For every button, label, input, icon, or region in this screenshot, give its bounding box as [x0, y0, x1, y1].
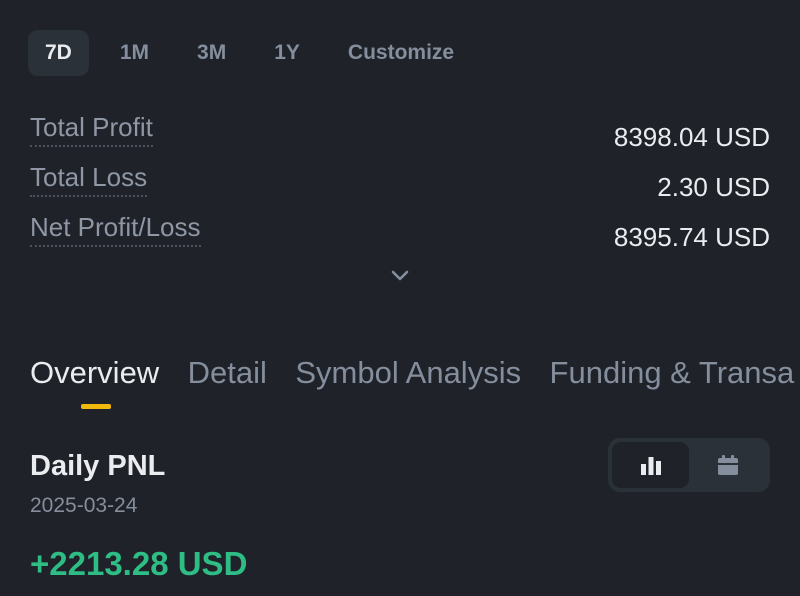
net-pnl-label[interactable]: Net Profit/Loss — [30, 212, 201, 247]
net-pnl-value: 8395.74 USD — [613, 222, 770, 252]
active-tab-indicator — [81, 404, 111, 409]
stat-row-net-pnl: Net Profit/Loss 8395.74 USD — [30, 212, 770, 262]
daily-pnl-value: +2213.28 USD — [30, 545, 248, 582]
tab-funding-transactions[interactable]: Funding & Transa — [550, 355, 795, 391]
period-tab-1m[interactable]: 1M — [103, 30, 166, 76]
calendar-icon — [717, 455, 738, 475]
calendar-view-button[interactable] — [689, 442, 766, 488]
daily-pnl-date: 2025-03-24 — [30, 494, 138, 517]
chevron-down-icon[interactable] — [389, 265, 411, 287]
period-tabs: 7D 1M 3M 1Y Customize — [28, 30, 485, 76]
tab-overview[interactable]: Overview — [30, 355, 159, 391]
chart-view-button[interactable] — [612, 442, 689, 488]
total-profit-label[interactable]: Total Profit — [30, 112, 153, 147]
tab-detail[interactable]: Detail — [188, 355, 267, 391]
pnl-summary: Total Profit 8398.04 USD Total Loss 2.30… — [30, 112, 770, 262]
daily-pnl-title: Daily PNL — [30, 450, 166, 482]
main-tabs: Overview Detail Symbol Analysis Funding … — [30, 355, 800, 391]
stat-row-total-loss: Total Loss 2.30 USD — [30, 162, 770, 212]
total-loss-value: 2.30 USD — [657, 172, 770, 202]
period-tab-7d[interactable]: 7D — [28, 30, 89, 76]
view-toggle — [608, 438, 770, 492]
total-loss-label[interactable]: Total Loss — [30, 162, 148, 197]
total-profit-value: 8398.04 USD — [613, 122, 770, 152]
period-tab-3m[interactable]: 3M — [180, 30, 243, 76]
tab-symbol-analysis[interactable]: Symbol Analysis — [295, 355, 521, 391]
period-tab-1y[interactable]: 1Y — [257, 30, 317, 76]
period-tab-customize[interactable]: Customize — [331, 30, 471, 76]
stat-row-total-profit: Total Profit 8398.04 USD — [30, 112, 770, 162]
bar-chart-icon — [640, 457, 661, 475]
